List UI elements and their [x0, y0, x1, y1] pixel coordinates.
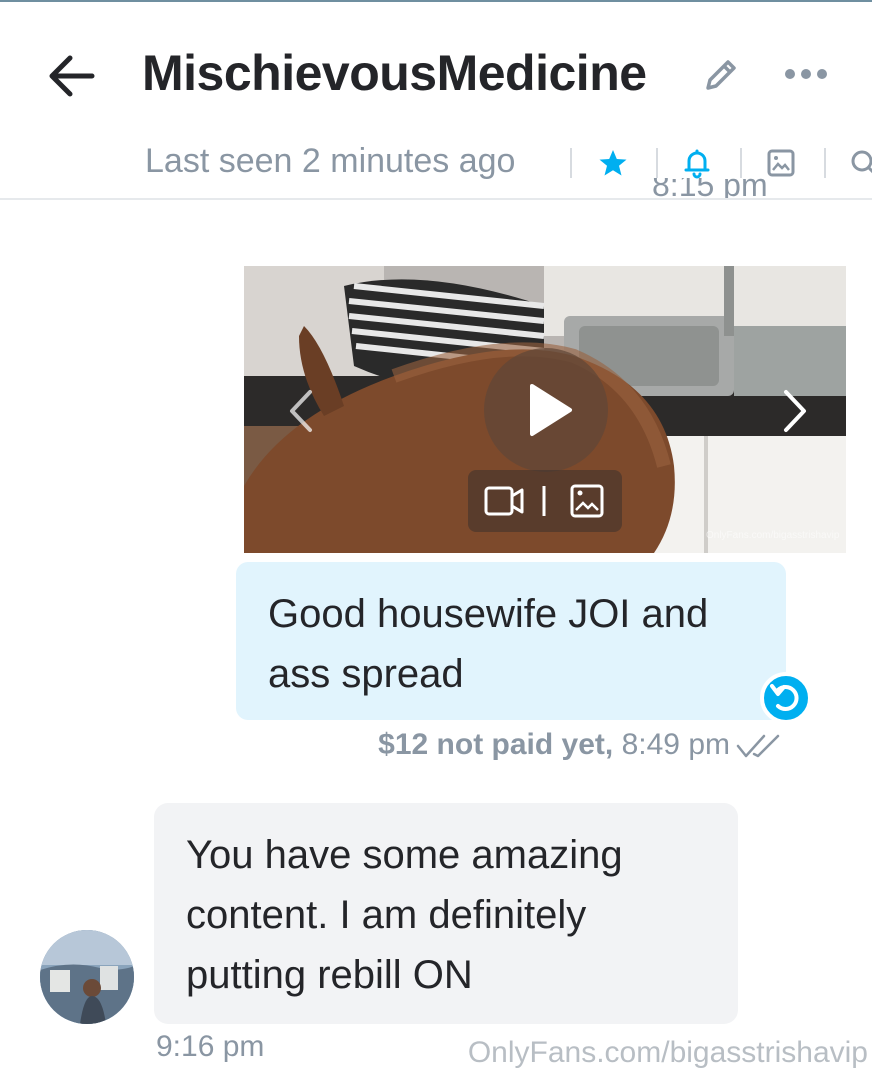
sent-message-time: 8:49 pm — [621, 728, 730, 761]
message-price-status: $12 not paid yet, 8:49 pm — [378, 728, 730, 762]
star-icon[interactable] — [596, 146, 630, 180]
price-not-paid: $12 not paid yet, — [378, 728, 614, 761]
header-separator — [824, 148, 826, 178]
chat-screen: MischievousMedicine Last seen 2 minutes … — [0, 0, 872, 1080]
pencil-icon[interactable] — [700, 54, 742, 96]
media-type-indicator — [468, 470, 622, 532]
received-message-time: 9:16 pm — [156, 1030, 265, 1063]
image-icon — [570, 484, 604, 518]
play-icon — [530, 384, 572, 436]
previous-message-time: 8:15 pm — [652, 178, 768, 200]
avatar[interactable] — [40, 930, 134, 1024]
unsend-button[interactable] — [760, 672, 812, 724]
header-separator — [656, 148, 658, 178]
chat-title[interactable]: MischievousMedicine — [142, 44, 647, 102]
undo-arrow-icon — [770, 684, 799, 711]
next-media-chevron-icon[interactable] — [780, 388, 810, 434]
previous-media-chevron-icon[interactable] — [286, 388, 316, 434]
video-camera-icon — [484, 486, 524, 516]
sent-message-text: Good housewife JOI and ass spread — [268, 592, 709, 696]
double-check-icon — [736, 734, 786, 760]
last-seen-status: Last seen 2 minutes ago — [145, 142, 516, 180]
image-icon[interactable] — [764, 146, 798, 180]
page-watermark: OnlyFans.com/bigasstrishavip — [467, 1036, 868, 1069]
search-icon[interactable] — [848, 146, 872, 180]
more-dots-icon[interactable] — [782, 62, 830, 86]
header-separator — [740, 148, 742, 178]
received-message-text: You have some amazing content. I am defi… — [186, 833, 623, 997]
bell-icon[interactable] — [680, 146, 714, 180]
header-divider — [0, 198, 872, 200]
media-watermark: OnlyFans.com/bigasstrishavip — [706, 530, 840, 541]
play-button[interactable] — [484, 348, 608, 472]
back-arrow-icon[interactable] — [46, 50, 98, 102]
header-separator — [570, 148, 572, 178]
